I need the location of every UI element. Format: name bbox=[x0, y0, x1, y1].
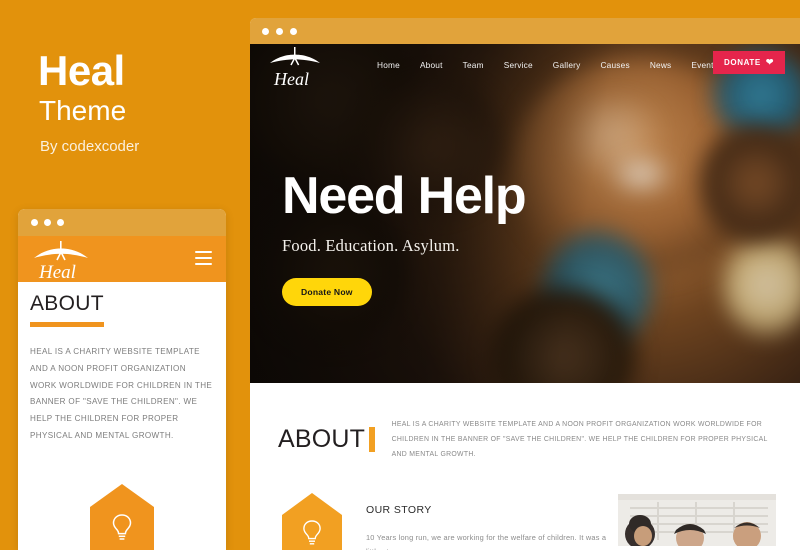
nav-item-gallery[interactable]: Gallery bbox=[543, 60, 591, 70]
story-heading: OUR STORY bbox=[366, 503, 432, 516]
mobile-navbar: Heal bbox=[18, 236, 226, 283]
story-body: 10 Years long run, we are working for th… bbox=[366, 532, 607, 550]
our-story-section: OUR STORY 10 Years long run, we are work… bbox=[250, 463, 800, 550]
theme-kind: Theme bbox=[39, 95, 127, 126]
story-photo bbox=[618, 493, 776, 546]
theme-name: Heal bbox=[38, 47, 125, 94]
window-dot-maximize[interactable] bbox=[290, 27, 297, 35]
mobile-window-titlebar bbox=[18, 209, 226, 236]
hamburger-icon[interactable] bbox=[195, 251, 212, 268]
heart-icon: ❤ bbox=[765, 57, 774, 67]
mobile-about-body: HEAL IS A CHARITY WEBSITE TEMPLATE AND A… bbox=[30, 347, 213, 441]
about-body: HEAL IS A CHARITY WEBSITE TEMPLATE AND A… bbox=[391, 421, 768, 459]
mobile-about-section: ABOUT HEAL IS A CHARITY WEBSITE TEMPLATE… bbox=[18, 282, 226, 550]
window-dot-close[interactable] bbox=[31, 219, 38, 226]
desktop-preview-window: Heal Home About Team Service Gallery Cau… bbox=[250, 18, 800, 550]
donate-button[interactable]: DONATE ❤ bbox=[713, 51, 785, 74]
mobile-lightbulb-hexagon-icon bbox=[88, 482, 156, 550]
hero-content: Need Help Food. Education. Asylum. Donat… bbox=[282, 167, 527, 306]
window-dot-close[interactable] bbox=[262, 27, 269, 35]
window-dot-minimize[interactable] bbox=[44, 219, 51, 226]
story-lightbulb-hexagon-icon bbox=[280, 491, 344, 550]
nav-item-home[interactable]: Home bbox=[367, 60, 410, 70]
screenshot-stage: Heal Theme By codexcoder Heal ABOUT HEAL… bbox=[0, 0, 800, 550]
hero-subtitle: Food. Education. Asylum. bbox=[282, 236, 460, 255]
mobile-about-underline bbox=[30, 322, 104, 327]
nav-item-causes[interactable]: Causes bbox=[590, 60, 639, 70]
nav-item-team[interactable]: Team bbox=[453, 60, 494, 70]
nav-item-news[interactable]: News bbox=[640, 60, 682, 70]
nav-item-service[interactable]: Service bbox=[494, 60, 543, 70]
about-section: ABOUT HEAL IS A CHARITY WEBSITE TEMPLATE… bbox=[250, 383, 800, 463]
nav-item-about[interactable]: About bbox=[410, 60, 453, 70]
mobile-about-heading: ABOUT bbox=[30, 292, 104, 315]
hero-title: Need Help bbox=[282, 167, 527, 225]
about-heading: ABOUT bbox=[278, 425, 366, 454]
site-navbar: Heal Home About Team Service Gallery Cau… bbox=[250, 44, 800, 94]
theme-author: By codexcoder bbox=[40, 138, 140, 155]
site-logo[interactable]: Heal bbox=[267, 45, 323, 89]
mobile-logo[interactable]: Heal bbox=[30, 239, 92, 283]
hero-section: Heal Home About Team Service Gallery Cau… bbox=[250, 44, 800, 383]
svg-text:Heal: Heal bbox=[38, 262, 76, 281]
hero-donate-now-button[interactable]: Donate Now bbox=[282, 278, 372, 306]
story-text-block: OUR STORY 10 Years long run, we are work… bbox=[344, 491, 608, 550]
svg-text:Heal: Heal bbox=[273, 69, 309, 89]
mobile-preview-window: Heal ABOUT HEAL IS A CHARITY WEBSITE TEM… bbox=[18, 209, 226, 550]
window-dot-minimize[interactable] bbox=[276, 27, 283, 35]
window-dot-maximize[interactable] bbox=[57, 219, 64, 226]
desktop-window-titlebar bbox=[250, 18, 800, 44]
donate-label: DONATE bbox=[724, 58, 761, 67]
about-accent-square bbox=[369, 427, 375, 453]
